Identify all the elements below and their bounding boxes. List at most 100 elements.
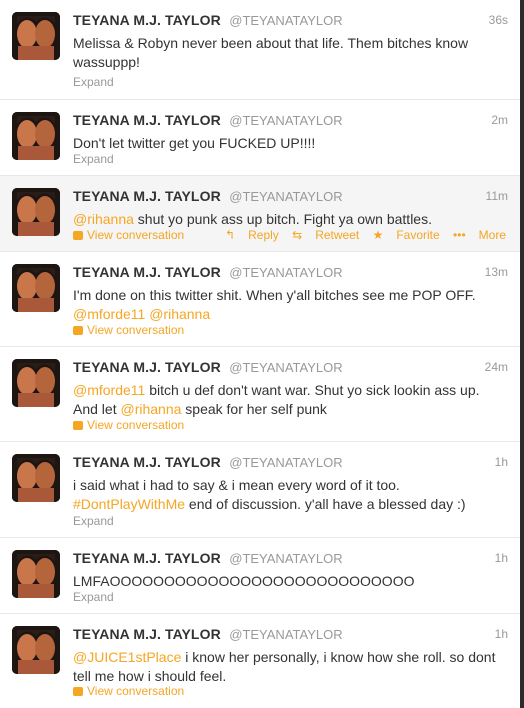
- hashtag-link[interactable]: #DontPlayWithMe: [73, 496, 185, 512]
- tweet[interactable]: TEYANA M.J. TAYLOR @TEYANATAYLOR 11m @ri…: [0, 176, 520, 252]
- mention-link[interactable]: @mforde11: [73, 382, 145, 398]
- tweet[interactable]: TEYANA M.J. TAYLOR @TEYANATAYLOR 1h i sa…: [0, 442, 520, 538]
- tweet-header: TEYANA M.J. TAYLOR @TEYANATAYLOR 36s: [73, 12, 508, 30]
- favorite-label: Favorite: [396, 228, 440, 242]
- tweet-header: TEYANA M.J. TAYLOR @TEYANATAYLOR 1h: [73, 550, 508, 568]
- username[interactable]: @TEYANATAYLOR: [229, 265, 342, 280]
- tweet-text-body: i said what i had to say & i mean every …: [73, 477, 400, 493]
- mention-link[interactable]: @rihanna: [149, 306, 210, 322]
- view-conversation-label: View conversation: [87, 684, 185, 698]
- avatar[interactable]: [12, 454, 60, 502]
- conversation-icon: [73, 687, 83, 696]
- tweet-text-body: Don't let twitter get you FUCKED UP!!!!: [73, 135, 316, 151]
- retweet-button[interactable]: ⇆ Retweet: [292, 228, 359, 242]
- star-icon: ★: [372, 228, 384, 242]
- tweet-text-body: LMFAOOOOOOOOOOOOOOOOOOOOOOOOOOOO: [73, 573, 415, 589]
- avatar[interactable]: [12, 359, 60, 407]
- expand-link[interactable]: Expand: [73, 514, 114, 528]
- reply-label: Reply: [248, 228, 279, 242]
- expand-link[interactable]: Expand: [73, 590, 114, 604]
- window-edge: [520, 0, 524, 708]
- conversation-icon: [73, 326, 83, 335]
- mention-link[interactable]: @rihanna: [73, 211, 134, 227]
- more-button[interactable]: ••• More: [453, 228, 506, 242]
- tweet-text-body: shut yo punk ass up bitch. Fight ya own …: [133, 211, 432, 227]
- full-name[interactable]: TEYANA M.J. TAYLOR: [73, 264, 221, 280]
- tweet-text: Melissa & Robyn never been about that li…: [73, 34, 506, 72]
- view-conversation-link[interactable]: View conversation: [73, 228, 184, 242]
- favorite-button[interactable]: ★ Favorite: [373, 228, 440, 242]
- tweet-text: LMFAOOOOOOOOOOOOOOOOOOOOOOOOOOOO: [73, 572, 506, 591]
- tweet[interactable]: TEYANA M.J. TAYLOR @TEYANATAYLOR 1h LMFA…: [0, 538, 520, 614]
- tweet-text: I'm done on this twitter shit. When y'al…: [73, 286, 506, 324]
- tweet-text-body: end of discussion. y'all have a blessed …: [185, 496, 466, 512]
- expand-link[interactable]: Expand: [73, 152, 114, 166]
- tweet-text: @JUICE1stPlace i know her personally, i …: [73, 648, 506, 686]
- reply-icon: ↰: [225, 228, 236, 242]
- view-conversation-label: View conversation: [87, 228, 185, 242]
- mention-link[interactable]: @rihanna: [120, 401, 181, 417]
- view-conversation-label: View conversation: [87, 418, 185, 432]
- expand-link[interactable]: Expand: [73, 75, 114, 89]
- retweet-icon: ⇆: [292, 228, 303, 242]
- tweet-text-body: Melissa & Robyn never been about that li…: [73, 35, 472, 70]
- avatar[interactable]: [12, 264, 60, 312]
- full-name[interactable]: TEYANA M.J. TAYLOR: [73, 550, 221, 566]
- username[interactable]: @TEYANATAYLOR: [229, 455, 342, 470]
- view-conversation-label: View conversation: [87, 323, 185, 337]
- mention-link[interactable]: @JUICE1stPlace: [73, 649, 181, 665]
- tweet-text: i said what i had to say & i mean every …: [73, 476, 506, 514]
- username[interactable]: @TEYANATAYLOR: [229, 113, 342, 128]
- avatar[interactable]: [12, 12, 60, 60]
- tweet[interactable]: TEYANA M.J. TAYLOR @TEYANATAYLOR 36s Mel…: [0, 0, 520, 100]
- mention-link[interactable]: @mforde11: [73, 306, 145, 322]
- view-conversation-link[interactable]: View conversation: [73, 684, 184, 698]
- full-name[interactable]: TEYANA M.J. TAYLOR: [73, 12, 221, 28]
- retweet-label: Retweet: [315, 228, 360, 242]
- tweet-header: TEYANA M.J. TAYLOR @TEYANATAYLOR 24m: [73, 359, 508, 377]
- timestamp[interactable]: 11m: [486, 189, 508, 203]
- full-name[interactable]: TEYANA M.J. TAYLOR: [73, 626, 221, 642]
- reply-button[interactable]: ↰ Reply: [225, 228, 279, 242]
- timestamp[interactable]: 1h: [495, 551, 508, 565]
- view-conversation-link[interactable]: View conversation: [73, 418, 184, 432]
- tweet[interactable]: TEYANA M.J. TAYLOR @TEYANATAYLOR 2m Don'…: [0, 100, 520, 176]
- username[interactable]: @TEYANATAYLOR: [229, 189, 342, 204]
- timestamp[interactable]: 36s: [489, 13, 508, 27]
- tweet-header: TEYANA M.J. TAYLOR @TEYANATAYLOR 1h: [73, 454, 508, 472]
- full-name[interactable]: TEYANA M.J. TAYLOR: [73, 359, 221, 375]
- timestamp[interactable]: 24m: [485, 360, 508, 374]
- avatar[interactable]: [12, 626, 60, 674]
- tweet[interactable]: TEYANA M.J. TAYLOR @TEYANATAYLOR 24m @mf…: [0, 347, 520, 442]
- tweet-header: TEYANA M.J. TAYLOR @TEYANATAYLOR 13m: [73, 264, 508, 282]
- more-icon: •••: [453, 228, 466, 242]
- username[interactable]: @TEYANATAYLOR: [229, 551, 342, 566]
- avatar[interactable]: [12, 188, 60, 236]
- conversation-icon: [73, 231, 83, 240]
- username[interactable]: @TEYANATAYLOR: [229, 627, 342, 642]
- tweet-header: TEYANA M.J. TAYLOR @TEYANATAYLOR 11m: [73, 188, 508, 206]
- timestamp[interactable]: 2m: [491, 113, 508, 127]
- full-name[interactable]: TEYANA M.J. TAYLOR: [73, 188, 221, 204]
- username[interactable]: @TEYANATAYLOR: [229, 13, 342, 28]
- full-name[interactable]: TEYANA M.J. TAYLOR: [73, 454, 221, 470]
- tweet[interactable]: TEYANA M.J. TAYLOR @TEYANATAYLOR 13m I'm…: [0, 252, 520, 347]
- timestamp[interactable]: 1h: [495, 455, 508, 469]
- conversation-icon: [73, 421, 83, 430]
- view-conversation-link[interactable]: View conversation: [73, 323, 184, 337]
- full-name[interactable]: TEYANA M.J. TAYLOR: [73, 112, 221, 128]
- tweet-header: TEYANA M.J. TAYLOR @TEYANATAYLOR 2m: [73, 112, 508, 130]
- more-label: More: [478, 228, 506, 242]
- timestamp[interactable]: 1h: [495, 627, 508, 641]
- timestamp[interactable]: 13m: [485, 265, 508, 279]
- tweet-actions: ↰ Reply ⇆ Retweet ★ Favorite ••• More: [215, 228, 506, 242]
- tweet-text: Don't let twitter get you FUCKED UP!!!!: [73, 134, 506, 153]
- avatar[interactable]: [12, 112, 60, 160]
- tweet[interactable]: TEYANA M.J. TAYLOR @TEYANATAYLOR 1h @JUI…: [0, 614, 520, 708]
- username[interactable]: @TEYANATAYLOR: [229, 360, 342, 375]
- avatar[interactable]: [12, 550, 60, 598]
- tweet-text: @rihanna shut yo punk ass up bitch. Figh…: [73, 210, 506, 229]
- tweet-text-body: speak for her self punk: [181, 401, 327, 417]
- tweet-text-body: I'm done on this twitter shit. When y'al…: [73, 287, 476, 303]
- tweet-header: TEYANA M.J. TAYLOR @TEYANATAYLOR 1h: [73, 626, 508, 644]
